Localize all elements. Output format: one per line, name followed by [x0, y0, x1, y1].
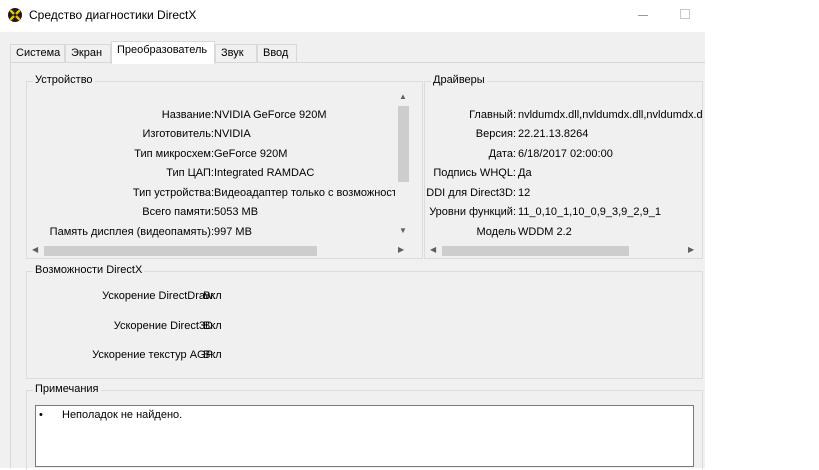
scroll-thumb[interactable] [398, 106, 409, 182]
scroll-thumb[interactable] [44, 246, 317, 256]
device-display-memory-value: 997 MB [214, 226, 252, 238]
background-blank-area [705, 0, 819, 468]
drivers-horizontal-scrollbar[interactable]: ◀ ▶ [426, 242, 702, 258]
scroll-right-icon[interactable]: ▶ [398, 245, 404, 255]
driver-whql-label: Подпись WHQL: [433, 167, 516, 179]
notes-group: Примечания • Неполадок не найдено. [26, 383, 703, 470]
device-chip-type-value: GeForce 920M [214, 148, 288, 160]
direct3d-value: Вкл [203, 320, 222, 332]
directdraw-value: Вкл [203, 290, 222, 302]
device-name-value: NVIDIA GeForce 920M [214, 109, 327, 121]
device-total-memory-label: Всего памяти: [142, 206, 214, 218]
driver-version-label: Версия: [475, 128, 516, 140]
directx-features-group: Возможности DirectX Ускорение DirectDraw… [26, 264, 703, 379]
device-group: Устройство Название: NVIDIA GeForce 920M… [26, 74, 423, 259]
device-type-value: Видеоадаптер только с возможност [214, 187, 397, 199]
device-manufacturer-label: Изготовитель: [142, 128, 215, 140]
scroll-down-icon[interactable]: ▼ [399, 226, 407, 236]
device-display-memory-label: Память дисплея (видеопамять): [49, 226, 214, 238]
scroll-left-icon[interactable]: ◀ [430, 245, 436, 255]
notes-item: Неполадок не найдено. [62, 409, 183, 421]
direct3d-label: Ускорение Direct3D: [113, 320, 216, 332]
tab-input[interactable]: Ввод [257, 44, 297, 63]
minimize-icon[interactable] [636, 8, 650, 22]
drivers-group: Драйверы Главный: nvldumdx.dll,nvldumdx.… [424, 74, 703, 259]
device-name-label: Название: [161, 109, 214, 121]
device-manufacturer-value: NVIDIA [214, 128, 251, 140]
tab-label: Преобразователь [117, 44, 208, 56]
device-horizontal-scrollbar[interactable]: ◀ ▶ [28, 242, 412, 258]
tab-strip: Система Экран Преобразователь Звук Ввод [10, 41, 700, 64]
agp-texture-value: Вкл [203, 349, 222, 361]
scroll-left-icon[interactable]: ◀ [32, 245, 38, 255]
device-dac-type-label: Тип ЦАП: [166, 167, 214, 179]
tab-label: Система [16, 47, 61, 59]
notes-group-label: Примечания [33, 383, 101, 395]
notes-text-box[interactable]: • Неполадок не найдено. [35, 405, 694, 467]
device-group-label: Устройство [33, 74, 95, 86]
scroll-thumb[interactable] [442, 246, 629, 256]
dxdiag-window: Средство диагностики DirectX Система Экр… [0, 0, 705, 470]
tab-page-render: Устройство Название: NVIDIA GeForce 920M… [10, 62, 705, 470]
driver-feature-levels-value: 11_0,10_1,10_0,9_3,9_2,9_1 [518, 206, 661, 218]
drivers-group-label: Драйверы [431, 74, 487, 86]
bullet-icon: • [39, 409, 43, 421]
device-dac-type-value: Integrated RAMDAC [214, 167, 315, 179]
driver-date-label: Дата: [488, 148, 516, 160]
driver-main-value: nvldumdx.dll,nvldumdx.dll,nvldumdx.d [518, 109, 702, 121]
directdraw-label: Ускорение DirectDraw: [102, 290, 216, 302]
device-type-label: Тип устройства: [132, 187, 214, 199]
driver-date-value: 6/18/2017 02:00:00 [518, 148, 613, 160]
tab-render[interactable]: Преобразователь [111, 41, 215, 64]
maximize-icon[interactable] [680, 9, 690, 19]
scroll-right-icon[interactable]: ▶ [688, 245, 694, 255]
driver-ddi-label: DDI для Direct3D: [426, 187, 516, 199]
tab-system[interactable]: Система [10, 44, 65, 63]
directx-icon [8, 8, 22, 22]
device-chip-type-label: Тип микросхем: [134, 148, 214, 160]
tab-label: Экран [71, 47, 103, 59]
device-total-memory-value: 5053 MB [214, 206, 259, 218]
device-vertical-scrollbar[interactable]: ▲ ▼ [395, 90, 411, 240]
tab-label: Ввод [263, 47, 289, 59]
driver-feature-levels-label: Уровни функций: [429, 206, 516, 218]
tab-display[interactable]: Экран [65, 44, 111, 63]
title-bar: Средство диагностики DirectX [0, 0, 705, 32]
driver-main-label: Главный: [469, 109, 516, 121]
directx-features-group-label: Возможности DirectX [33, 264, 145, 276]
tab-label: Звук [221, 47, 244, 59]
window-title: Средство диагностики DirectX [29, 8, 197, 22]
agp-texture-label: Ускорение текстур AGP: [92, 349, 216, 361]
driver-model-value: WDDM 2.2 [518, 226, 572, 238]
driver-whql-value: Да [518, 167, 532, 179]
scroll-up-icon[interactable]: ▲ [399, 92, 407, 102]
driver-model-label: Модель [476, 226, 516, 238]
driver-version-value: 22.21.13.8264 [518, 128, 589, 140]
driver-ddi-value: 12 [518, 187, 531, 199]
tab-sound[interactable]: Звук [215, 44, 257, 63]
